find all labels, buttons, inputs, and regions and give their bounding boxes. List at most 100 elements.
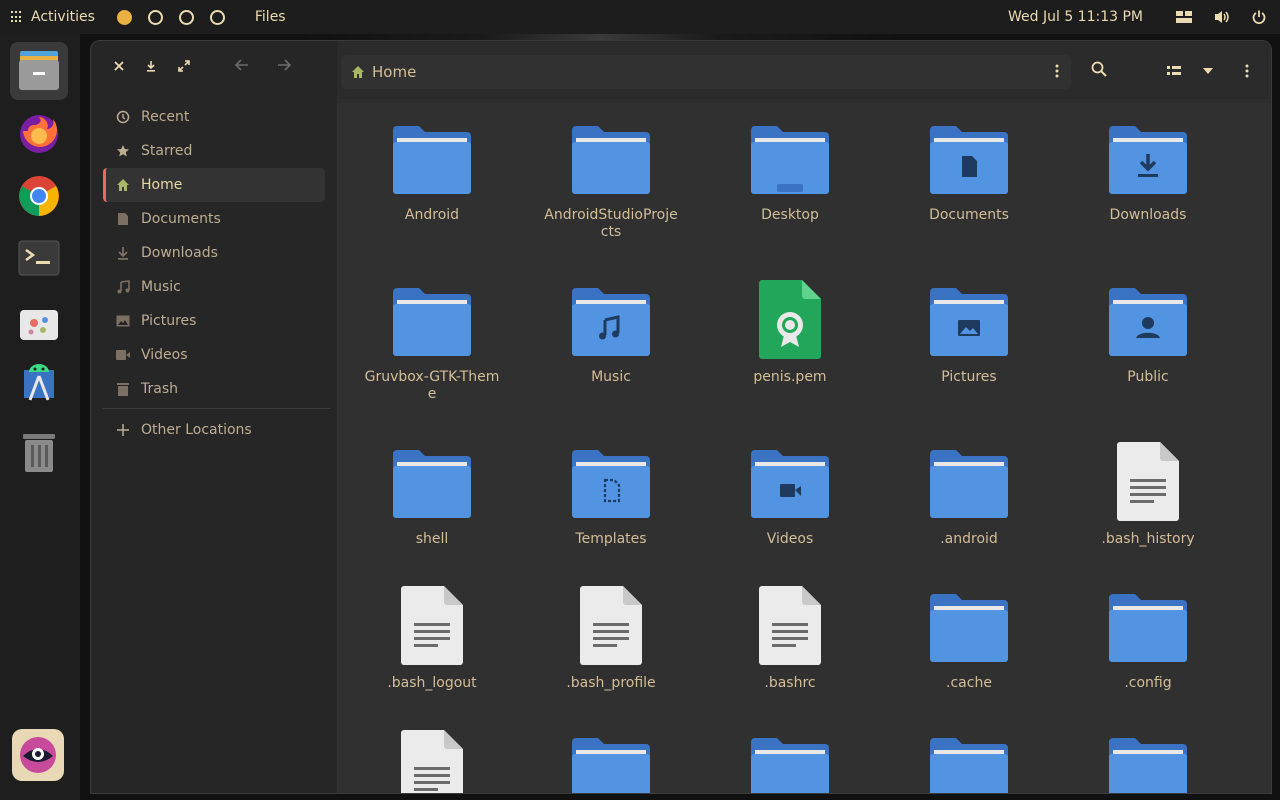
sidebar-item-label: Other Locations <box>141 422 252 438</box>
dock <box>0 34 80 800</box>
folder-item[interactable]: Public <box>1078 275 1218 386</box>
sidebar-item-label: Trash <box>141 381 178 397</box>
path-bar[interactable]: Home <box>341 55 1071 89</box>
file-name: .cache <box>946 675 992 691</box>
forward-arrow-icon[interactable] <box>277 59 291 71</box>
text-file-icon <box>541 581 681 671</box>
folder-item[interactable]: Videos <box>720 437 860 548</box>
file-name: AndroidStudioProjects <box>544 207 678 240</box>
folder-item[interactable]: AndroidStudioProjects <box>541 113 681 241</box>
app-grid-icon <box>11 11 23 23</box>
file-grid: Android AndroidStudioProjects Desktop Docum… <box>337 103 1271 793</box>
file-item[interactable] <box>362 725 502 793</box>
file-name: .config <box>1124 675 1172 691</box>
user-app-dock-icon[interactable] <box>12 729 64 781</box>
folder-item[interactable]: Desktop <box>720 113 860 224</box>
folder-item[interactable] <box>899 725 1039 793</box>
chevron-down-icon[interactable] <box>1203 68 1213 74</box>
close-icon[interactable] <box>113 60 125 72</box>
folder-item[interactable]: .cache <box>899 581 1039 692</box>
keyboard-layout-icon[interactable] <box>1176 11 1192 23</box>
file-name: Desktop <box>761 207 819 223</box>
sidebar-item-home[interactable]: Home <box>103 168 325 202</box>
firefox-dock-icon[interactable] <box>10 104 68 162</box>
main-menu-icon[interactable] <box>1245 64 1249 78</box>
sidebar-item-downloads[interactable]: Downloads <box>103 236 325 270</box>
star-icon <box>115 143 131 159</box>
download-icon <box>115 245 131 261</box>
file-name: .android <box>940 531 998 547</box>
file-name: .bash_history <box>1101 531 1195 547</box>
maximize-icon[interactable] <box>177 59 191 73</box>
file-name: Music <box>591 369 631 385</box>
home-icon <box>351 65 365 79</box>
folder-icon <box>362 113 502 203</box>
folder-item[interactable]: Gruvbox-GTK-Theme <box>362 275 502 403</box>
sidebar-item-label: Downloads <box>141 245 218 261</box>
focused-app-name[interactable]: Files <box>255 9 286 25</box>
sidebar-item-videos[interactable]: Videos <box>103 338 325 372</box>
volume-icon[interactable] <box>1214 10 1230 24</box>
android-studio-dock-icon[interactable] <box>10 353 68 411</box>
folder-item[interactable]: Documents <box>899 113 1039 224</box>
sidebar-item-documents[interactable]: Documents <box>103 202 325 236</box>
folder-icon <box>720 725 860 793</box>
list-view-icon[interactable] <box>1167 66 1181 76</box>
files-dock-icon[interactable] <box>10 42 68 100</box>
sidebar-item-trash[interactable]: Trash <box>103 372 325 406</box>
sidebar: Recent Starred Home Documents Downloads Music… <box>91 41 337 793</box>
folder-item[interactable]: Pictures <box>899 275 1039 386</box>
power-icon[interactable] <box>1252 10 1266 24</box>
clock[interactable]: Wed Jul 5 11:13 PM <box>1008 0 1143 34</box>
app-dock-icon[interactable] <box>10 292 68 350</box>
sidebar-item-music[interactable]: Music <box>103 270 325 304</box>
sidebar-item-recent[interactable]: Recent <box>103 100 325 134</box>
sidebar-item-starred[interactable]: Starred <box>103 134 325 168</box>
history-nav <box>235 59 291 71</box>
header-bar: Home <box>337 41 1271 99</box>
back-arrow-icon[interactable] <box>235 59 249 71</box>
file-item[interactable]: .bash_logout <box>362 581 502 692</box>
video-icon <box>115 347 131 363</box>
file-name: Gruvbox-GTK-Theme <box>364 369 500 402</box>
folder-item[interactable]: .config <box>1078 581 1218 692</box>
folder-icon <box>541 113 681 203</box>
folder-item[interactable]: .android <box>899 437 1039 548</box>
sidebar-item-pictures[interactable]: Pictures <box>103 304 325 338</box>
file-name: penis.pem <box>753 369 827 385</box>
folder-item[interactable]: Downloads <box>1078 113 1218 224</box>
path-segment-home[interactable]: Home <box>351 63 416 81</box>
folder-item[interactable] <box>541 725 681 793</box>
folder-item[interactable] <box>720 725 860 793</box>
file-item[interactable]: penis.pem <box>720 275 860 386</box>
workspace-dot[interactable] <box>147 9 163 25</box>
file-name: Documents <box>929 207 1009 223</box>
sidebar-item-other-locations[interactable]: Other Locations <box>103 413 325 447</box>
folder-item[interactable] <box>1078 725 1218 793</box>
folder-item[interactable]: Templates <box>541 437 681 548</box>
sidebar-separator <box>103 408 331 409</box>
workspace-indicator[interactable] <box>116 9 225 25</box>
system-tray[interactable] <box>1176 0 1266 34</box>
file-name: .bash_logout <box>387 675 477 691</box>
terminal-dock-icon[interactable] <box>10 229 68 287</box>
chrome-dock-icon[interactable] <box>10 167 68 225</box>
folder-icon <box>1078 725 1218 793</box>
folder-icon <box>1078 581 1218 671</box>
file-item[interactable]: .bash_profile <box>541 581 681 692</box>
file-item[interactable]: .bashrc <box>720 581 860 692</box>
folder-item[interactable]: shell <box>362 437 502 548</box>
workspace-dot-active[interactable] <box>116 9 132 25</box>
minimize-icon[interactable] <box>145 60 157 72</box>
music-folder-icon <box>541 275 681 365</box>
path-menu-icon[interactable] <box>1055 64 1059 78</box>
trash-dock-icon[interactable] <box>10 423 68 481</box>
workspace-dot[interactable] <box>178 9 194 25</box>
folder-item[interactable]: Music <box>541 275 681 386</box>
activities-button[interactable]: Activities <box>11 9 95 25</box>
file-item[interactable]: .bash_history <box>1078 437 1218 548</box>
search-icon[interactable] <box>1091 61 1107 77</box>
file-name: Pictures <box>941 369 997 385</box>
workspace-dot[interactable] <box>209 9 225 25</box>
folder-item[interactable]: Android <box>362 113 502 224</box>
